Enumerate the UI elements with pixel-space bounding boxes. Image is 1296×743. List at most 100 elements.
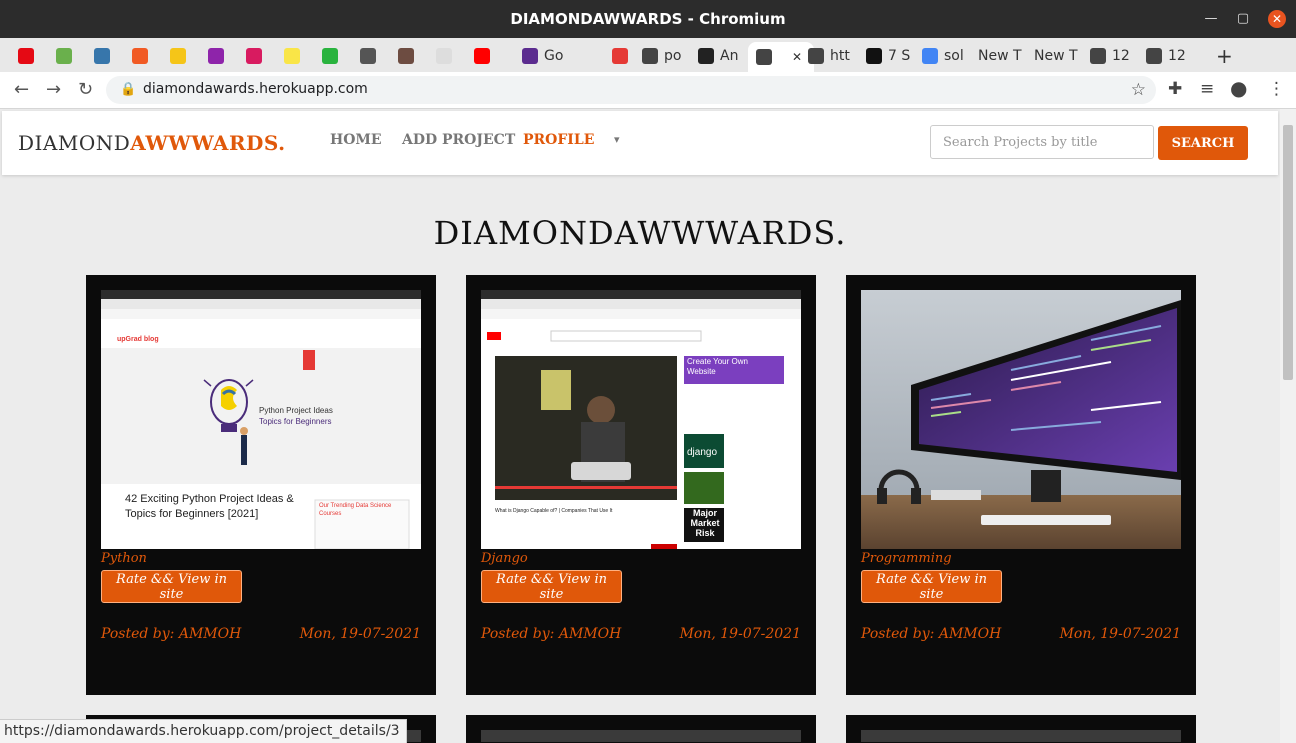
browser-tab[interactable]: An — [698, 42, 748, 70]
brand-accent: AWWWARDS. — [130, 131, 286, 155]
project-thumbnail[interactable]: upGrad blog Python Project Ideas Topics … — [101, 290, 421, 549]
browser-tab[interactable] — [94, 42, 118, 70]
browser-tab[interactable] — [284, 42, 308, 70]
extensions-icon[interactable]: ✚ — [1168, 79, 1182, 99]
thumb-sidebar: Our Trending Data Science Courses — [319, 503, 392, 517]
tab-favicon-icon — [808, 48, 824, 64]
thumb-video-2: Major Market Risk — [690, 508, 720, 538]
tab-favicon-icon — [284, 48, 300, 64]
tab-favicon-icon — [642, 48, 658, 64]
project-thumbnail[interactable] — [861, 290, 1181, 549]
close-icon[interactable]: ✕ — [1268, 10, 1286, 28]
nav-dropdown-caret-icon[interactable]: ▾ — [614, 133, 620, 146]
posted-by: Posted by: AMMOH — [861, 626, 1002, 642]
browser-tab[interactable]: 7 S — [866, 42, 916, 70]
url-text[interactable]: diamondawards.herokuapp.com — [143, 81, 368, 97]
browser-tab[interactable]: Go — [522, 42, 578, 70]
browser-tab[interactable]: po — [642, 42, 690, 70]
tab-label: An — [720, 48, 739, 64]
rate-view-button[interactable]: Rate && View in site — [861, 570, 1002, 603]
tab-label: sol — [944, 48, 964, 64]
reload-icon[interactable]: ↻ — [78, 79, 93, 100]
site-brand[interactable]: DIAMONDAWWWARDS. — [18, 131, 286, 155]
search-button[interactable]: SEARCH — [1158, 126, 1248, 160]
browser-tab[interactable] — [18, 42, 42, 70]
browser-tab[interactable]: htt — [808, 42, 858, 70]
media-controls-icon[interactable]: ≡ — [1200, 79, 1214, 99]
tab-favicon-icon — [698, 48, 714, 64]
browser-tab[interactable] — [612, 42, 632, 70]
tab-favicon-icon — [922, 48, 938, 64]
tab-favicon-icon — [756, 49, 772, 65]
post-date: Mon, 19-07-2021 — [679, 626, 801, 642]
browser-tab[interactable]: New T — [978, 42, 1030, 70]
new-tab-icon[interactable]: + — [1216, 44, 1233, 68]
project-thumbnail[interactable]: Create Your Own Website django Major Mar… — [481, 290, 801, 549]
project-card: Create Your Own Website django Major Mar… — [466, 275, 816, 695]
thumb-video-1: django — [687, 447, 717, 458]
browser-tab[interactable] — [56, 42, 80, 70]
search-input[interactable] — [930, 125, 1154, 159]
tab-favicon-icon — [1090, 48, 1106, 64]
browser-toolbar: ← → ↻ 🔒 diamondawards.herokuapp.com ☆ ✚ … — [0, 72, 1296, 109]
nav-add-project[interactable]: ADD PROJECT — [402, 132, 515, 148]
tab-favicon-icon — [322, 48, 338, 64]
minimize-icon[interactable]: — — [1202, 10, 1220, 28]
bookmark-star-icon[interactable]: ☆ — [1131, 80, 1146, 100]
tab-favicon-icon — [474, 48, 490, 64]
tab-favicon-icon — [132, 48, 148, 64]
browser-tab[interactable] — [208, 42, 232, 70]
tab-label: Go — [544, 48, 564, 64]
thumb-subtitle: Python Project Ideas — [259, 406, 333, 415]
project-card: upGrad blog Python Project Ideas Topics … — [86, 275, 436, 695]
tab-favicon-icon — [1146, 48, 1162, 64]
project-card: Programming Rate && View in site Posted … — [846, 275, 1196, 695]
browser-tab[interactable]: New T — [1034, 42, 1086, 70]
maximize-icon[interactable]: ▢ — [1234, 10, 1252, 28]
tab-close-icon[interactable]: ✕ — [792, 50, 802, 64]
tab-favicon-icon — [360, 48, 376, 64]
address-bar[interactable]: 🔒 diamondawards.herokuapp.com ☆ — [106, 76, 1156, 104]
tab-label: 12 — [1168, 48, 1186, 64]
project-category: Django — [481, 551, 528, 566]
nav-profile[interactable]: PROFILE — [523, 132, 594, 148]
svg-text:Topics for Beginners: Topics for Beginners — [259, 417, 331, 426]
tab-label: 12 — [1112, 48, 1130, 64]
post-date: Mon, 19-07-2021 — [299, 626, 421, 642]
vertical-scrollbar[interactable] — [1280, 109, 1296, 743]
rate-view-button[interactable]: Rate && View in site — [101, 570, 242, 603]
thumb-headline: What is Django Capable of? | Companies T… — [495, 508, 613, 514]
project-card — [466, 715, 816, 743]
browser-tab[interactable] — [398, 42, 422, 70]
scrollbar-thumb[interactable] — [1283, 125, 1293, 380]
project-card — [846, 715, 1196, 743]
browser-tab[interactable]: 12 — [1090, 42, 1140, 70]
tab-favicon-icon — [170, 48, 186, 64]
browser-tab[interactable] — [436, 42, 460, 70]
browser-tab[interactable] — [246, 42, 270, 70]
tab-favicon-icon — [56, 48, 72, 64]
tab-favicon-icon — [246, 48, 262, 64]
window-titlebar: DIAMONDAWWARDS - Chromium — ▢ ✕ — [0, 0, 1296, 38]
browser-tab[interactable] — [170, 42, 194, 70]
project-category: Python — [101, 551, 147, 566]
browser-tab[interactable] — [474, 42, 514, 70]
nav-home[interactable]: HOME — [330, 132, 382, 148]
browser-tab[interactable]: ✕ — [748, 42, 814, 72]
browser-tab[interactable] — [322, 42, 346, 70]
thumb-headline: 42 Exciting Python Project Ideas & Topic… — [125, 493, 294, 520]
browser-tab[interactable]: sol — [922, 42, 972, 70]
browser-tab[interactable] — [132, 42, 156, 70]
project-thumbnail[interactable] — [481, 730, 801, 742]
forward-icon[interactable]: → — [46, 79, 61, 100]
tab-label: po — [664, 48, 682, 64]
back-icon[interactable]: ← — [14, 79, 29, 100]
browser-tab[interactable] — [360, 42, 384, 70]
browser-tab[interactable]: 12 — [1146, 42, 1196, 70]
rate-view-button[interactable]: Rate && View in site — [481, 570, 622, 603]
profile-avatar-icon[interactable]: ● — [1230, 76, 1247, 100]
project-thumbnail[interactable] — [861, 730, 1181, 742]
tab-favicon-icon — [94, 48, 110, 64]
tab-label: New T — [978, 48, 1022, 64]
menu-kebab-icon[interactable]: ⋮ — [1268, 79, 1285, 99]
